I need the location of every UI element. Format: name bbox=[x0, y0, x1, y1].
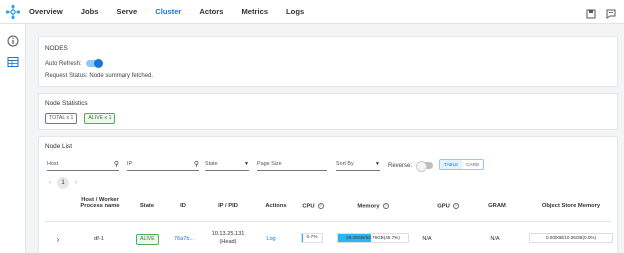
col-actions[interactable]: Actions bbox=[259, 203, 293, 209]
node-list-title: Node List bbox=[45, 143, 72, 150]
row-node-id-link[interactable]: 76a7b... bbox=[167, 236, 201, 242]
row-ip: 10.13.25.131 bbox=[211, 231, 245, 237]
col-gpu-label: GPU bbox=[437, 203, 450, 210]
sort-by-select[interactable]: Sort By ▼ bbox=[336, 157, 380, 171]
host-filter-placeholder: Host bbox=[47, 161, 59, 167]
page-size-placeholder: Page Size bbox=[257, 161, 282, 167]
row-log-link[interactable]: Log bbox=[261, 236, 281, 242]
nav-cluster[interactable]: Cluster bbox=[155, 0, 181, 24]
host-filter-input[interactable]: Host ⚲ bbox=[47, 157, 119, 171]
table-view-icon[interactable] bbox=[7, 55, 19, 67]
reverse-toggle[interactable] bbox=[415, 161, 433, 172]
row-pid: (Head) bbox=[219, 239, 237, 245]
nav-actors[interactable]: Actors bbox=[199, 0, 223, 24]
ip-filter-placeholder: IP bbox=[127, 161, 133, 167]
nav-overview[interactable]: Overview bbox=[29, 0, 63, 24]
memory-usage-bar: 29.35GB/62.79GB(46.7%) bbox=[337, 233, 409, 243]
nav-logs[interactable]: Logs bbox=[286, 0, 304, 24]
nav-serve[interactable]: Serve bbox=[117, 0, 138, 24]
prev-page-icon[interactable]: ‹ bbox=[49, 180, 51, 186]
col-cpu[interactable]: CPU? bbox=[299, 203, 327, 210]
help-icon[interactable]: ? bbox=[382, 203, 389, 209]
card-view-button[interactable]: CARD bbox=[462, 160, 483, 169]
node-statistics-card: Node Statistics TOTAL x 1 ALIVE x 1 bbox=[38, 93, 618, 130]
state-select-placeholder: State bbox=[205, 161, 218, 167]
view-toggle-group: TABLE CARD bbox=[439, 159, 485, 170]
sidebar bbox=[0, 24, 26, 253]
expand-row-icon[interactable]: › bbox=[53, 235, 63, 244]
col-gram[interactable]: GRAM bbox=[483, 203, 511, 209]
current-page-button[interactable]: 1 bbox=[57, 177, 69, 189]
col-memory[interactable]: Memory? bbox=[351, 203, 395, 210]
alive-count-chip[interactable]: ALIVE x 1 bbox=[84, 113, 116, 124]
help-icon[interactable]: ? bbox=[317, 203, 324, 209]
top-nav-bar: Overview Jobs Serve Cluster Actors Metri… bbox=[0, 0, 624, 24]
total-count-chip[interactable]: TOTAL x 1 bbox=[45, 113, 78, 124]
auto-refresh-label: Auto Refresh: bbox=[45, 61, 82, 68]
help-icon[interactable]: ? bbox=[452, 203, 459, 209]
row-state-badge: ALIVE bbox=[136, 234, 159, 245]
request-status: Request Status: Node summary fetched. bbox=[45, 73, 154, 79]
nav-metrics[interactable]: Metrics bbox=[241, 0, 268, 24]
object-store-bar: 0.0000B/10.05GB(0.0%) bbox=[529, 233, 613, 243]
col-host[interactable]: Host / Worker Process name bbox=[73, 197, 127, 209]
nodes-card: NODES Auto Refresh: Request Status: Node… bbox=[38, 36, 618, 87]
auto-refresh-row: Auto Refresh: bbox=[45, 59, 104, 68]
cpu-usage-text: 0.7% bbox=[306, 235, 318, 240]
feedback-icon[interactable] bbox=[606, 6, 616, 19]
nav-jobs[interactable]: Jobs bbox=[81, 0, 99, 24]
node-statistics-title: Node Statistics bbox=[45, 100, 88, 107]
col-gpu[interactable]: GPU? bbox=[433, 203, 463, 210]
nodes-card-title: NODES bbox=[45, 45, 68, 52]
chevron-down-icon: ▼ bbox=[244, 161, 249, 167]
state-select[interactable]: State ▼ bbox=[205, 157, 249, 171]
row-gram: N/A bbox=[490, 236, 500, 242]
row-gpu: N/A bbox=[422, 236, 432, 242]
search-icon: ⚲ bbox=[113, 161, 119, 168]
main-nav: Overview Jobs Serve Cluster Actors Metri… bbox=[29, 0, 322, 24]
row-host: df-1 bbox=[94, 236, 104, 242]
memory-usage-text: 29.35GB/62.79GB(46.7%) bbox=[346, 235, 400, 240]
col-ip-pid[interactable]: IP / PID bbox=[207, 203, 249, 209]
reverse-label: Reverse: bbox=[388, 163, 413, 170]
col-cpu-label: CPU bbox=[302, 203, 315, 210]
col-id[interactable]: ID bbox=[171, 203, 195, 209]
table-view-button[interactable]: TABLE bbox=[440, 160, 463, 169]
sort-by-placeholder: Sort By bbox=[336, 161, 354, 167]
page-size-input[interactable]: Page Size bbox=[257, 157, 327, 171]
search-icon: ⚲ bbox=[193, 161, 199, 168]
table-divider bbox=[45, 221, 611, 222]
cpu-usage-bar: 0.7% bbox=[301, 233, 323, 243]
ip-filter-input[interactable]: IP ⚲ bbox=[127, 157, 199, 171]
reverse-row: Reverse: bbox=[388, 161, 433, 172]
node-list-card: Node List Host ⚲ IP ⚲ State ▼ Page Size … bbox=[38, 136, 618, 253]
col-state[interactable]: State bbox=[135, 203, 159, 209]
next-page-icon[interactable]: › bbox=[75, 180, 77, 186]
docs-icon[interactable] bbox=[586, 6, 596, 19]
col-object-store[interactable]: Object Store Memory bbox=[529, 203, 613, 209]
auto-refresh-toggle[interactable] bbox=[86, 59, 104, 68]
col-memory-label: Memory bbox=[357, 203, 380, 210]
chevron-down-icon: ▼ bbox=[375, 161, 380, 167]
ray-logo-icon[interactable] bbox=[3, 2, 23, 22]
info-icon[interactable] bbox=[7, 34, 19, 47]
alive-badge: ALIVE bbox=[136, 234, 159, 245]
pagination: ‹ 1 › bbox=[49, 177, 77, 189]
